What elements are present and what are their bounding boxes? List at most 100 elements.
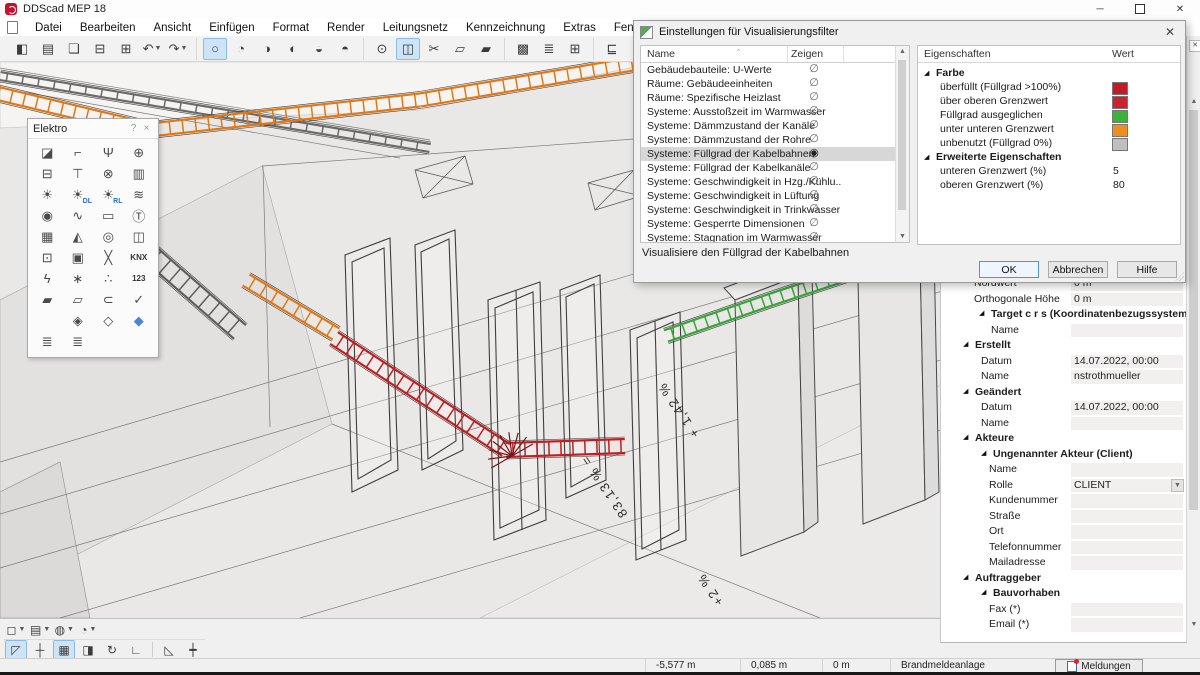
property-row[interactable]: unteren Grenzwert (%)5 (918, 165, 1180, 179)
panel-row[interactable]: Datum14.07.2022, 00:00 (941, 354, 1187, 370)
print-icon[interactable]: ⊟ (88, 38, 112, 60)
panel-row[interactable]: Kundenummer (941, 493, 1187, 509)
panel-row[interactable]: RolleCLIENT▼ (941, 478, 1187, 494)
tree-collapse-icon[interactable]: ◢ (924, 153, 929, 161)
panel-value-field[interactable] (1071, 417, 1183, 431)
close-icon[interactable]: ✕ (1160, 0, 1200, 18)
panel-row[interactable]: Telefonnummer (941, 540, 1187, 556)
hatch-pattern-icon[interactable]: ▩ (511, 38, 535, 60)
panel-row[interactable]: Name (941, 323, 1187, 339)
smoke-detector-icon[interactable]: ◉ (32, 205, 63, 226)
transformer-icon[interactable]: ◈ (63, 310, 94, 331)
panel-row[interactable]: Straße (941, 509, 1187, 525)
ok-button[interactable]: OK (979, 261, 1039, 278)
property-value[interactable]: 5 (1113, 165, 1119, 177)
motion-detector-icon[interactable]: ≋ (124, 184, 155, 205)
tree-collapse-icon[interactable]: ◢ (924, 69, 929, 77)
zoom-lens-icon[interactable]: ⊙ (370, 38, 394, 60)
junction-wye-icon[interactable]: Ψ (93, 142, 124, 163)
panel-row[interactable]: Ort (941, 524, 1187, 540)
property-group[interactable]: ◢Farbe (918, 67, 1180, 81)
panel-row[interactable]: Name (941, 416, 1187, 432)
panel-row[interactable]: ◢Bauvorhaben (941, 586, 1187, 602)
palette-header[interactable]: Elektro ? × (28, 119, 158, 139)
eye-hidden-icon[interactable]: ∅ (801, 63, 827, 76)
property-row[interactable]: überfüllt (Füllgrad >100%) (918, 81, 1180, 95)
resize-grip[interactable] (1175, 272, 1184, 281)
enclosure-icon[interactable]: ◇ (93, 310, 124, 331)
panel-value-field[interactable]: CLIENT (1071, 479, 1183, 493)
scrollbar-thumb[interactable] (1189, 110, 1198, 510)
menu-item-extras[interactable]: Extras (554, 22, 605, 34)
eye-visible-icon[interactable]: ◉ (801, 147, 827, 160)
filter-row[interactable]: Gebäudebauteile: U-Werte∅ (641, 63, 909, 77)
filter-row[interactable]: Systeme: Ausstoßzeit im Warmwasser∅ (641, 105, 909, 119)
color-swatch[interactable] (1112, 124, 1128, 137)
origin-cross-icon[interactable]: ┿ (182, 640, 204, 659)
messages-button[interactable]: Meldungen (1055, 659, 1143, 673)
view-east-icon[interactable]: ◒ (307, 38, 331, 60)
property-row[interactable]: Füllgrad ausgeglichen (918, 109, 1180, 123)
filter-row[interactable]: Systeme: Stagnation im Warmwasser∅ (641, 231, 909, 243)
dropdown-caret-icon[interactable]: ▼ (19, 626, 26, 633)
menu-item-datei[interactable]: Datei (26, 22, 71, 34)
close-icon[interactable]: × (140, 123, 153, 134)
filter-row[interactable]: Systeme: Dämmzustand der Kanäle∅ (641, 119, 909, 133)
push-button-icon[interactable]: ⊕ (124, 142, 155, 163)
new-document-icon[interactable]: ❏ (62, 38, 86, 60)
scroll-up-icon[interactable]: ▲ (1187, 98, 1200, 105)
paste-detail-icon[interactable]: ▰ (474, 38, 498, 60)
panel-row[interactable]: ◢Target c r s (Koordinatenbezugssystem) (941, 307, 1187, 323)
camera-icon[interactable]: ◫ (124, 226, 155, 247)
scrollbar-thumb[interactable] (898, 60, 906, 210)
eye-hidden-icon[interactable]: ∅ (801, 231, 827, 243)
panel-value-field[interactable] (1071, 494, 1183, 508)
keypad-icon[interactable]: ▦ (32, 226, 63, 247)
save-icon[interactable]: ▤ (36, 38, 60, 60)
filter-row[interactable]: Räume: Spezifische Heizlast∅ (641, 91, 909, 105)
dropdown-caret-icon[interactable]: ▼ (43, 626, 50, 633)
rotate-copy-icon[interactable]: ↻ (101, 640, 123, 659)
thermostat-icon[interactable]: Ⓣ (124, 205, 155, 226)
panel-row[interactable]: Mailadresse (941, 555, 1187, 571)
eye-hidden-icon[interactable]: ∅ (801, 133, 827, 146)
hilfe-button[interactable]: Hilfe (1117, 261, 1177, 278)
scroll-down-icon[interactable]: ▼ (1187, 621, 1200, 628)
tree-collapse-icon[interactable]: ◢ (981, 588, 986, 596)
measure-triangle-icon[interactable]: ◺ (158, 640, 180, 659)
panel-row[interactable]: ◢Auftraggeber (941, 571, 1187, 587)
panel-value-field[interactable] (1071, 324, 1183, 338)
color-swatch[interactable] (1112, 82, 1128, 95)
eye-hidden-icon[interactable]: ∅ (801, 189, 827, 202)
walkthrough-icon[interactable]: ≣ (537, 38, 561, 60)
table-refresh-icon[interactable]: ⊞ (563, 38, 587, 60)
select-tool-icon[interactable]: ◸ (5, 640, 27, 659)
dropdown-caret-icon[interactable]: ▼ (89, 626, 96, 633)
wiring-group-icon[interactable]: ∴ (93, 268, 124, 289)
panel-row[interactable]: ◢Geändert (941, 385, 1187, 401)
cable-tray-icon[interactable]: ▰ (32, 289, 63, 310)
panel-row[interactable]: ◢Ungenannter Akteur (Client) (941, 447, 1187, 463)
view-quarter-icon[interactable]: ◔ (229, 38, 253, 60)
tree-collapse-icon[interactable]: ◢ (963, 340, 968, 348)
light-switch-icon[interactable]: ⌐ (63, 142, 94, 163)
panel-value-field[interactable] (1071, 463, 1183, 477)
abbrechen-button[interactable]: Abbrechen (1048, 261, 1108, 278)
model-globe-icon[interactable]: ◍▼ (53, 620, 75, 639)
menu-item-kennzeichnung[interactable]: Kennzeichnung (457, 22, 554, 34)
dialog-title-bar[interactable]: Einstellungen für Visualisierungsfilter … (634, 21, 1185, 43)
panel-value-field[interactable] (1071, 541, 1183, 555)
render-settings-icon[interactable]: ◔▼ (77, 620, 99, 639)
antenna-field-large-icon[interactable]: ≣ (63, 331, 94, 352)
filter-row[interactable]: Systeme: Gesperrte Dimensionen∅ (641, 217, 909, 231)
tree-collapse-icon[interactable]: ◢ (981, 449, 986, 457)
panel-value-field[interactable] (1071, 510, 1183, 524)
view-section-icon[interactable]: ◑ (255, 38, 279, 60)
display-panel-icon[interactable]: ▣ (63, 247, 94, 268)
junction-cross-icon[interactable]: ╳ (93, 247, 124, 268)
dropdown-caret-icon[interactable]: ▼ (154, 45, 161, 52)
dropdown-arrow-icon[interactable]: ▼ (1171, 479, 1184, 492)
new-file-icon[interactable] (7, 21, 18, 34)
frame-outlet-icon[interactable]: ⊡ (32, 247, 63, 268)
multi-select-icon[interactable]: ▦ (53, 640, 75, 659)
